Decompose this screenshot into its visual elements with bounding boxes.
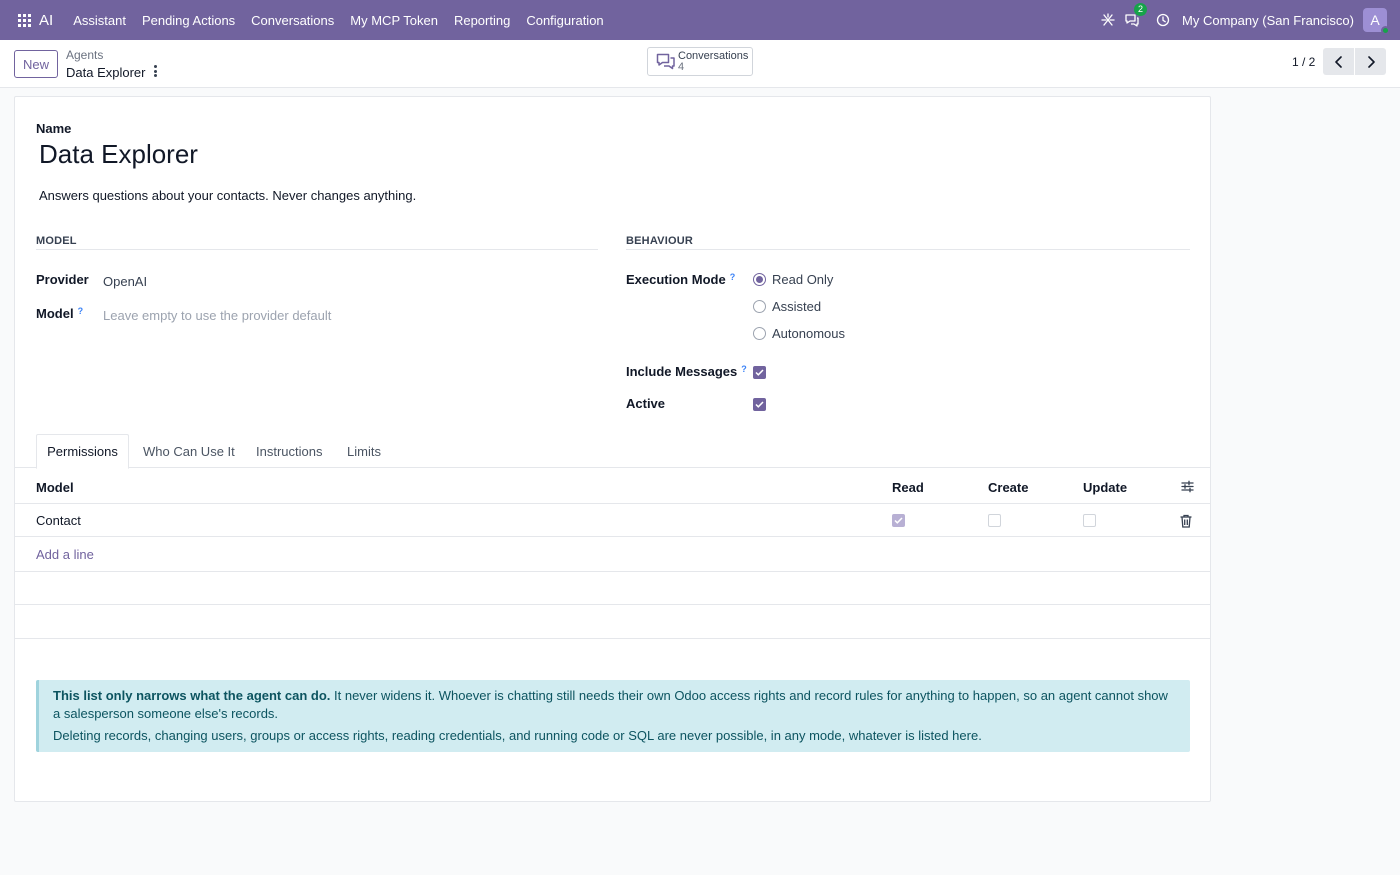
messages-count-badge: 2 xyxy=(1134,3,1148,16)
app-brand[interactable]: AI xyxy=(39,12,53,29)
model-help-icon[interactable]: ? xyxy=(78,306,84,316)
model-section-divider xyxy=(36,249,598,250)
name-label: Name xyxy=(36,121,72,136)
activity-clock-icon[interactable] xyxy=(1152,9,1174,31)
checkmark-icon xyxy=(755,369,764,376)
behaviour-section-divider xyxy=(626,249,1190,250)
top-navbar: AI Assistant Pending Actions Conversatio… xyxy=(0,0,1400,40)
row-update-checkbox[interactable] xyxy=(1083,514,1096,527)
smart-button-label: Conversations xyxy=(678,49,749,62)
notebook-tabs: Permissions Who Can Use It Instructions … xyxy=(15,434,1210,469)
description-field[interactable]: Answers questions about your contacts. N… xyxy=(39,188,416,203)
column-create[interactable]: Create xyxy=(988,480,1028,495)
pager-value[interactable]: 1 / 2 xyxy=(1292,55,1315,69)
user-avatar[interactable]: A xyxy=(1363,8,1390,35)
debug-bug-icon[interactable] xyxy=(1097,9,1119,31)
online-status-dot xyxy=(1381,26,1390,35)
row-model-contact[interactable]: Contact xyxy=(36,513,81,528)
menu-my-mcp-token[interactable]: My MCP Token xyxy=(342,13,446,28)
actions-kebab-icon[interactable] xyxy=(150,64,160,78)
optional-columns-icon[interactable] xyxy=(1181,480,1194,496)
smart-button-count: 4 xyxy=(678,60,685,73)
behaviour-section-heading: BEHAVIOUR xyxy=(626,235,693,247)
include-messages-help-icon[interactable]: ? xyxy=(741,364,747,374)
model-section-heading: MODEL xyxy=(36,235,77,247)
permissions-table-header: Model Read Create Update xyxy=(15,469,1210,504)
empty-row xyxy=(15,572,1210,605)
form-sheet: Name Data Explorer Answers questions abo… xyxy=(14,96,1211,802)
execution-mode-help-icon[interactable]: ? xyxy=(730,272,736,282)
radio-assisted[interactable]: Assisted xyxy=(753,299,821,314)
alert-bold-text: This list only narrows what the agent ca… xyxy=(53,688,331,703)
avatar-letter: A xyxy=(1370,12,1380,28)
menu-configuration[interactable]: Configuration xyxy=(518,13,611,28)
trash-icon[interactable] xyxy=(1180,514,1192,531)
execution-mode-label: Execution Mode? xyxy=(626,272,736,287)
tab-instructions[interactable]: Instructions xyxy=(256,434,322,468)
tab-who-can-use-it[interactable]: Who Can Use It xyxy=(143,434,235,468)
column-update[interactable]: Update xyxy=(1083,480,1127,495)
radio-autonomous-button[interactable] xyxy=(753,327,766,340)
radio-autonomous-label: Autonomous xyxy=(772,326,845,341)
include-messages-checkbox[interactable] xyxy=(753,366,766,379)
permissions-info-alert: This list only narrows what the agent ca… xyxy=(36,680,1190,752)
table-row[interactable]: Contact xyxy=(15,504,1210,537)
radio-autonomous[interactable]: Autonomous xyxy=(753,326,845,341)
breadcrumb-current: Data Explorer xyxy=(66,65,146,80)
name-field[interactable]: Data Explorer xyxy=(39,139,198,170)
pager-previous-button[interactable] xyxy=(1323,48,1354,75)
checkmark-icon xyxy=(755,401,764,408)
active-checkbox[interactable] xyxy=(753,398,766,411)
tab-limits[interactable]: Limits xyxy=(347,434,381,468)
alert-text-2: Deleting records, changing users, groups… xyxy=(53,728,982,743)
menu-conversations[interactable]: Conversations xyxy=(243,13,342,28)
provider-field[interactable]: OpenAI xyxy=(103,274,147,289)
tab-permissions[interactable]: Permissions xyxy=(36,434,129,469)
company-switcher[interactable]: My Company (San Francisco) xyxy=(1182,13,1354,28)
add-line-row: Add a line xyxy=(15,537,1210,572)
row-read-checkbox[interactable] xyxy=(892,514,905,527)
radio-read-only-label: Read Only xyxy=(772,272,834,287)
menu-assistant[interactable]: Assistant xyxy=(65,13,134,28)
empty-row xyxy=(15,605,1210,639)
new-button[interactable]: New xyxy=(14,50,58,78)
conversations-smart-button[interactable]: Conversations 4 xyxy=(647,47,753,76)
breadcrumb-agents-link[interactable]: Agents xyxy=(66,48,103,62)
include-messages-label: Include Messages? xyxy=(626,364,747,379)
column-model[interactable]: Model xyxy=(36,480,74,495)
model-label: Model? xyxy=(36,306,84,321)
radio-read-only-button[interactable] xyxy=(753,273,766,286)
conversations-icon xyxy=(656,53,675,70)
radio-read-only[interactable]: Read Only xyxy=(753,272,833,287)
control-panel: New Agents Data Explorer Conversations 4… xyxy=(0,40,1400,88)
menu-pending-actions[interactable]: Pending Actions xyxy=(134,13,243,28)
pager-next-button[interactable] xyxy=(1355,48,1386,75)
active-label: Active xyxy=(626,396,666,411)
provider-label: Provider xyxy=(36,272,89,287)
model-input[interactable]: Leave empty to use the provider default xyxy=(103,308,331,323)
row-create-checkbox[interactable] xyxy=(988,514,1001,527)
radio-assisted-label: Assisted xyxy=(772,299,822,314)
radio-assisted-button[interactable] xyxy=(753,300,766,313)
messages-icon[interactable]: 2 xyxy=(1121,3,1148,31)
column-read[interactable]: Read xyxy=(892,480,924,495)
checkmark-icon xyxy=(894,517,903,524)
add-line-link[interactable]: Add a line xyxy=(36,547,94,562)
chevron-left-icon xyxy=(1334,55,1342,68)
chevron-right-icon xyxy=(1367,55,1375,68)
menu-reporting[interactable]: Reporting xyxy=(446,13,518,28)
